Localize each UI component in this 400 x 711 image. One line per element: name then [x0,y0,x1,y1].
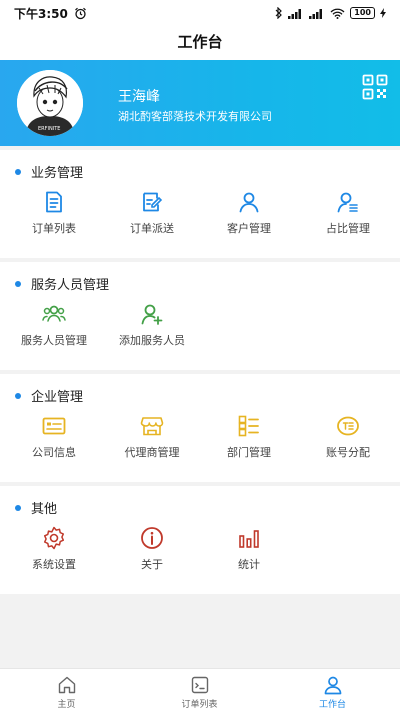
tab-home-label: 主页 [57,700,76,710]
ratio-management-label: 占比管理 [326,222,370,235]
system-settings-button[interactable]: 系统设置 [4,526,104,582]
company-info-label: 公司信息 [32,446,76,459]
tab-workbench-label: 工作台 [318,700,346,710]
account-allocation-label: 账号分配 [326,446,370,459]
section-enterprise: 企业管理 公司信息 代理商管理 部门管理 账号分配 [0,374,400,482]
signal-icon-2 [309,8,323,19]
section-business: 业务管理 订单列表 订单派送 客户管理 占比管理 [0,150,400,258]
add-user-icon [141,304,163,325]
staff-group-icon [42,305,66,322]
system-settings-label: 系统设置 [32,558,76,571]
department-management-label: 部门管理 [227,446,271,459]
gear-icon [43,526,65,550]
section-title: 企业管理 [31,390,84,405]
account-icon [337,416,359,436]
company-card-icon [42,417,66,435]
section-staff: 服务人员管理 服务人员管理 添加服务人员 [0,262,400,370]
order-dispatch-icon [143,192,163,212]
tab-order-list[interactable]: 订单列表 [133,669,266,711]
order-list-button[interactable]: 订单列表 [4,190,104,246]
company-info-button[interactable]: 公司信息 [4,414,104,470]
about-label: 关于 [141,558,163,571]
customer-management-button[interactable]: 客户管理 [199,190,299,246]
person-icon [324,676,341,695]
svg-text:ERFINITE: ERFINITE [38,126,60,132]
info-icon [141,527,163,549]
ratio-management-button[interactable]: 占比管理 [298,190,398,246]
qr-code-icon [362,74,388,100]
add-staff-label: 添加服务人员 [119,334,185,347]
order-list-icon [46,191,62,213]
alarm-icon [74,7,86,19]
anime-avatar-icon: ERFINITE [17,70,83,136]
user-name: 王海峰 [118,89,160,105]
home-icon [58,676,75,694]
statistics-label: 统计 [238,558,260,571]
order-dispatch-button[interactable]: 订单派送 [102,190,202,246]
department-icon [238,415,259,437]
customer-icon [239,192,259,213]
agent-management-button[interactable]: 代理商管理 [102,414,202,470]
account-allocation-button[interactable]: 账号分配 [298,414,398,470]
order-dispatch-label: 订单派送 [130,222,174,235]
section-title: 服务人员管理 [31,278,110,293]
tab-order-list-label: 订单列表 [181,700,218,710]
customer-management-label: 客户管理 [227,222,271,235]
signal-icon [288,8,302,19]
bluetooth-icon [275,7,283,19]
qr-code-button[interactable] [362,74,388,100]
battery-level: 100 [350,7,375,19]
charging-icon [380,8,386,18]
company-name: 湖北酌客部落技术开发有限公司 [118,110,272,123]
add-staff-button[interactable]: 添加服务人员 [102,302,202,358]
tab-workbench[interactable]: 工作台 [266,669,399,711]
tab-home[interactable]: 主页 [0,669,133,711]
profile-banner: ERFINITE 王海峰 湖北酌客部落技术开发有限公司 [0,60,400,146]
page-title: 工作台 [0,26,400,60]
section-other: 其他 系统设置 关于 统计 [0,486,400,594]
staff-management-label: 服务人员管理 [21,334,87,347]
section-dot [15,392,21,399]
order-list-label: 订单列表 [32,222,76,235]
department-management-button[interactable]: 部门管理 [199,414,299,470]
agent-management-label: 代理商管理 [124,446,180,459]
staff-management-button[interactable]: 服务人员管理 [4,302,104,358]
section-title: 业务管理 [31,166,84,181]
bottom-tab-bar: 主页 订单列表 工作台 [0,668,400,711]
ratio-icon [337,192,358,213]
section-dot [15,280,21,287]
bar-chart-icon [239,530,259,548]
avatar[interactable]: ERFINITE [17,70,83,136]
status-time: 下午3:50 [14,6,68,21]
about-button[interactable]: 关于 [102,526,202,582]
status-bar: 下午3:50 100 [0,0,400,26]
statistics-button[interactable]: 统计 [199,526,299,582]
order-icon [191,676,208,694]
section-title: 其他 [31,502,58,517]
section-dot [15,168,21,175]
wifi-icon [330,8,345,19]
store-icon [140,417,164,436]
section-dot [15,504,21,511]
